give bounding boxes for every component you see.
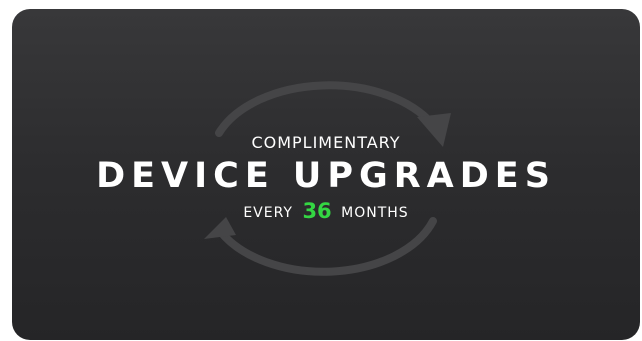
eyebrow-text: COMPLIMENTARY [251,133,401,152]
interval-text: EVERY 36 MONTHS [12,200,640,224]
interval-prefix: EVERY [243,205,293,221]
upgrade-promo-card: COMPLIMENTARY DEVICE UPGRADES EVERY 36 M… [12,9,640,340]
headline-text: DEVICE UPGRADES [96,156,556,196]
interval-number: 36 [302,199,332,223]
interval-suffix: MONTHS [341,205,409,221]
